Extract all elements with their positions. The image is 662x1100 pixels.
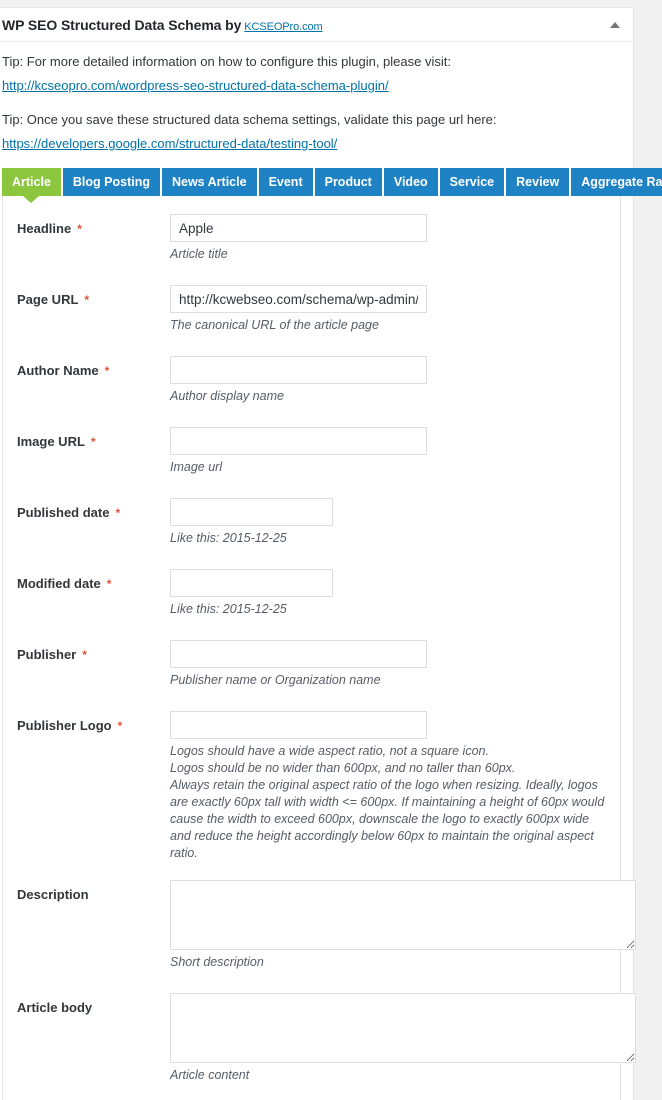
tip-text-2: Tip: Once you save these structured data… [2, 112, 497, 127]
field-col-description: Short description [170, 880, 636, 993]
tab-product[interactable]: Product [314, 168, 382, 196]
hint-page-url: The canonical URL of the article page [170, 318, 379, 332]
publisher-input[interactable] [170, 640, 427, 668]
field-col-publisher-logo: Logos should have a wide aspect ratio, n… [170, 711, 606, 880]
field-col-headline: Article title [170, 214, 606, 285]
page-title-text: WP SEO Structured Data Schema by [2, 16, 242, 33]
label-publisher: Publisher * [17, 640, 170, 664]
label-description-text: Description [17, 887, 89, 902]
field-col-modified-date: Like this: 2015-12-25 [170, 569, 606, 640]
label-published-date-text: Published date [17, 505, 110, 520]
label-publisher-logo-text: Publisher Logo [17, 718, 112, 733]
field-row-article-body: Article body Article content [17, 993, 636, 1100]
field-row-publisher: Publisher * Publisher name or Organizatio… [17, 640, 606, 711]
hint-publisher: Publisher name or Organization name [170, 673, 381, 687]
required-asterisk: * [106, 577, 112, 591]
field-col-page-url: The canonical URL of the article page [170, 285, 606, 356]
tip-link-wrap-1: http://kcseopro.com/wordpress-seo-struct… [2, 76, 621, 96]
publisher-logo-input[interactable] [170, 711, 427, 739]
tab-article[interactable]: Article [2, 168, 61, 196]
field-col-article-body: Article content [170, 993, 636, 1100]
tip-link-wrap-2: https://developers.google.com/structured… [2, 134, 621, 154]
collapse-toggle-button[interactable] [603, 13, 627, 37]
required-asterisk: * [77, 222, 82, 236]
field-row-image-url: Image URL * Image url [17, 427, 606, 498]
required-asterisk: * [84, 293, 90, 307]
headline-input[interactable] [170, 214, 427, 242]
label-page-url-text: Page URL [17, 292, 79, 307]
description-textarea[interactable] [170, 880, 636, 950]
article-tab-panel: Headline * Article title Page URL * The ca… [2, 196, 636, 1100]
tab-news-article[interactable]: News Article [161, 168, 257, 196]
google-testing-tool-link[interactable]: https://developers.google.com/structured… [2, 136, 337, 151]
metabox-header: WP SEO Structured Data Schema by KCSEOPro… [0, 8, 633, 42]
hint-line-3: Always retain the original aspect ratio … [170, 778, 605, 860]
author-name-input[interactable] [170, 356, 427, 384]
field-row-published-date: Published date * Like this: 2015-12-25 [17, 498, 606, 569]
field-col-published-date: Like this: 2015-12-25 [170, 498, 606, 569]
page-title: WP SEO Structured Data Schema by KCSEOPro… [2, 17, 323, 33]
field-row-publisher-logo: Publisher Logo * Logos should have a wide… [17, 711, 606, 880]
schema-type-tabs: Article Blog Posting News Article Event … [2, 168, 662, 196]
label-description: Description [17, 880, 170, 904]
hint-line-2: Logos should be no wider than 600px, and… [170, 761, 516, 775]
hint-line-1: Logos should have a wide aspect ratio, n… [170, 744, 489, 758]
hint-modified-date: Like this: 2015-12-25 [170, 602, 287, 616]
modified-date-input[interactable] [170, 569, 333, 597]
label-headline: Headline * [17, 214, 170, 238]
label-headline-text: Headline [17, 221, 72, 236]
field-col-author-name: Author display name [170, 356, 606, 427]
kcseopro-link[interactable]: KCSEOPro.com [244, 21, 322, 33]
metabox-panel: WP SEO Structured Data Schema by KCSEOPro… [0, 7, 662, 1100]
field-row-description: Description Short description [17, 880, 636, 993]
article-body-textarea[interactable] [170, 993, 636, 1063]
required-asterisk: * [104, 364, 110, 378]
tab-video[interactable]: Video [383, 168, 438, 196]
hint-author-name: Author display name [170, 389, 284, 403]
field-col-image-url: Image url [170, 427, 606, 498]
screen: WP SEO Structured Data Schema by KCSEOPro… [0, 0, 662, 1100]
field-row-headline: Headline * Article title [17, 214, 606, 285]
metabox-body: Tip: For more detailed information on ho… [0, 42, 662, 1100]
required-asterisk: * [90, 435, 96, 449]
field-row-author-name: Author Name * Author display name [17, 356, 606, 427]
label-modified-date-text: Modified date [17, 576, 101, 591]
label-published-date: Published date * [17, 498, 170, 522]
label-author-name-text: Author Name [17, 363, 99, 378]
label-article-body: Article body [17, 993, 170, 1017]
required-asterisk: * [82, 648, 87, 662]
field-col-publisher: Publisher name or Organization name [170, 640, 606, 711]
hint-article-body: Article content [170, 1068, 250, 1082]
label-publisher-text: Publisher [17, 647, 77, 662]
image-url-input[interactable] [170, 427, 427, 455]
tip-text-1: Tip: For more detailed information on ho… [2, 54, 451, 69]
field-row-modified-date: Modified date * Like this: 2015-12-25 [17, 569, 606, 640]
page-background-strip [0, 0, 662, 7]
hint-published-date: Like this: 2015-12-25 [170, 531, 287, 545]
label-author-name: Author Name * [17, 356, 170, 380]
tab-service[interactable]: Service [439, 168, 505, 196]
plugin-docs-link[interactable]: http://kcseopro.com/wordpress-seo-struct… [2, 78, 389, 93]
hint-headline: Article title [170, 247, 228, 261]
required-asterisk: * [117, 719, 123, 733]
published-date-input[interactable] [170, 498, 333, 526]
tab-event[interactable]: Event [258, 168, 313, 196]
triangle-up-icon [610, 21, 620, 28]
label-image-url: Image URL * [17, 427, 170, 451]
tab-review[interactable]: Review [506, 168, 570, 196]
label-publisher-logo: Publisher Logo * [17, 711, 170, 735]
tab-aggregate-ratings[interactable]: Aggregate Ratings [571, 168, 662, 196]
label-article-body-text: Article body [17, 1000, 93, 1015]
label-page-url: Page URL * [17, 285, 170, 309]
label-modified-date: Modified date * [17, 569, 170, 593]
label-image-url-text: Image URL [17, 434, 85, 449]
hint-description: Short description [170, 955, 264, 969]
required-asterisk: * [115, 506, 121, 520]
hint-image-url: Image url [170, 460, 223, 474]
page-url-input[interactable] [170, 285, 427, 313]
hint-publisher-logo: Logos should have a wide aspect ratio, n… [170, 743, 606, 862]
field-row-page-url: Page URL * The canonical URL of the artic… [17, 285, 606, 356]
tab-blog-posting[interactable]: Blog Posting [62, 168, 160, 196]
